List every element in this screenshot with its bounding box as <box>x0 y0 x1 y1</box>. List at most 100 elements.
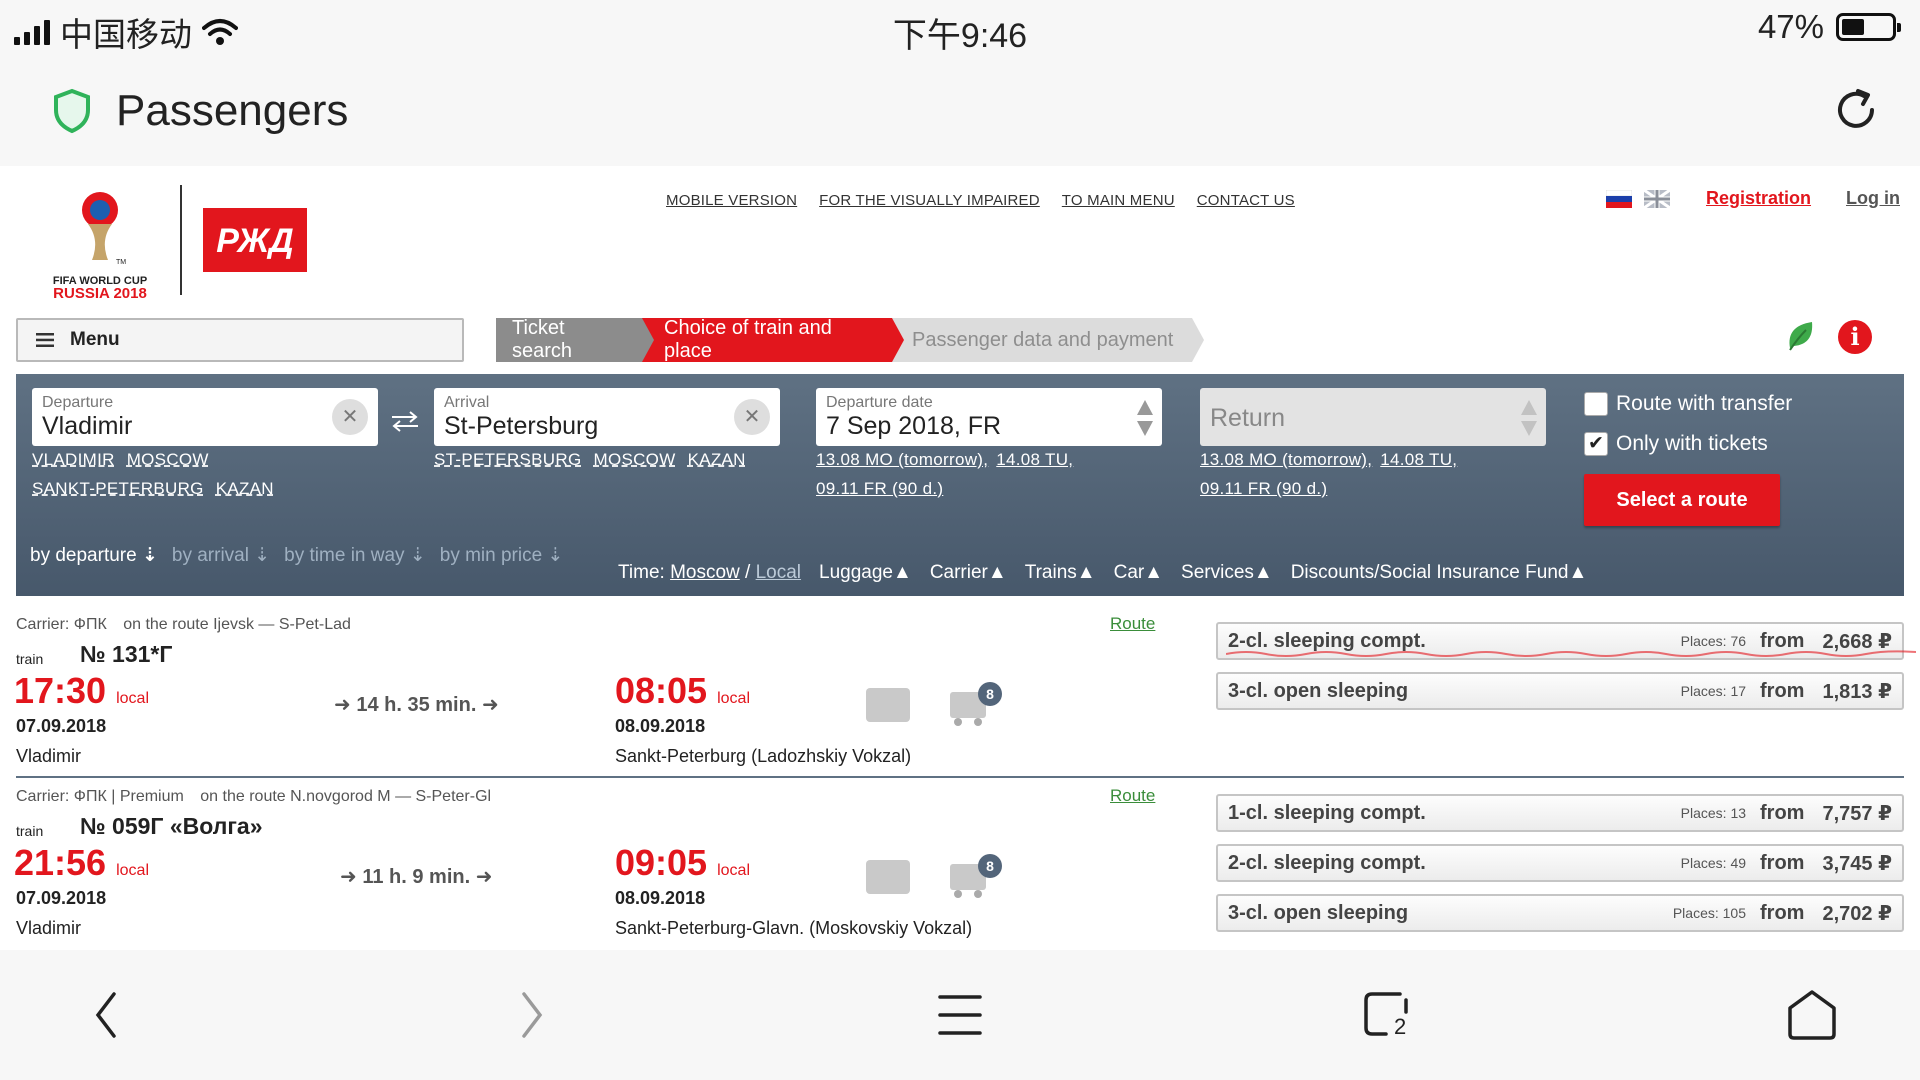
filter-bar: Time: Moscow / Local Luggage▲ Carrier▲ T… <box>618 562 1587 584</box>
logo-separator <box>180 185 182 295</box>
link-mobile-version[interactable]: MOBILE VERSION <box>666 192 797 209</box>
time-value: 09:05 <box>615 842 708 883</box>
step-ticket-search[interactable]: Ticket search <box>496 317 654 362</box>
suggestion-moscow[interactable]: MOSCOW <box>127 450 209 470</box>
reload-icon[interactable] <box>1832 86 1880 134</box>
departure-date-field[interactable]: Departure date 7 Sep 2018, FR <box>816 388 1162 446</box>
clear-departure-icon[interactable]: ✕ <box>332 399 368 435</box>
return-quick-tomorrow[interactable]: 13.08 MO (tomorrow), <box>1200 450 1372 470</box>
app-title: Passengers <box>116 86 349 135</box>
train-1-seat-option-2[interactable]: 3-cl. open sleeping Places: 17 from 1,81… <box>1216 672 1904 710</box>
duration-value: 14 h. 35 min. <box>356 694 477 716</box>
swap-icon[interactable] <box>390 410 420 432</box>
tabs-icon[interactable]: 2 <box>1362 990 1412 1040</box>
train-2-departure-time: 21:56 local <box>14 842 149 884</box>
menu-button[interactable]: Menu <box>16 318 464 362</box>
return-date-field[interactable]: Return <box>1200 388 1546 446</box>
seat-from: from <box>1760 679 1805 702</box>
filter-car[interactable]: Car▲ <box>1114 562 1163 584</box>
suggestion-sankt-peterburg[interactable]: SANKT-PETERBURG <box>32 479 204 499</box>
step-label: Passenger data and payment <box>912 328 1174 351</box>
departure-field[interactable]: Departure Vladimir ✕ <box>32 388 378 446</box>
train-2-seat-option-1[interactable]: 1-cl. sleeping compt. Places: 13 from 7,… <box>1216 794 1904 832</box>
only-with-tickets-option[interactable]: ✔ Only with tickets <box>1584 432 1768 456</box>
departure-value[interactable]: Vladimir <box>42 412 132 441</box>
red-underline-annotation <box>1226 650 1916 657</box>
sort-options: by departure ⇣ by arrival ⇣ by time in w… <box>30 544 563 567</box>
train-1-route-link[interactable]: Route <box>1110 614 1155 634</box>
train-2-route-link[interactable]: Route <box>1110 786 1155 806</box>
filter-trains[interactable]: Trains▲ <box>1025 562 1096 584</box>
filter-label: Luggage <box>819 562 893 583</box>
suggestion-kazan[interactable]: KAZAN <box>216 479 274 499</box>
arrival-value[interactable]: St-Petersburg <box>444 412 598 441</box>
train-1-departure-city: Vladimir <box>16 746 82 766</box>
arrival-field[interactable]: Arrival St-Petersburg ✕ <box>434 388 780 446</box>
route-transfer-label: Route with transfer <box>1616 392 1793 415</box>
select-route-button[interactable]: Select a route <box>1584 474 1780 526</box>
quick-date-90[interactable]: 09.11 FR (90 d.) <box>816 479 943 498</box>
russian-flag-icon[interactable] <box>1606 190 1632 208</box>
only-tickets-checkbox[interactable]: ✔ <box>1584 432 1608 456</box>
sort-by-price[interactable]: by min price ⇣ <box>440 544 564 567</box>
return-placeholder[interactable]: Return <box>1210 404 1285 433</box>
filter-services[interactable]: Services▲ <box>1181 562 1273 584</box>
date-spinner-icon[interactable] <box>1136 398 1154 438</box>
route-with-transfer-option[interactable]: Route with transfer <box>1584 392 1792 416</box>
leaf-icon[interactable] <box>1784 318 1816 354</box>
english-flag-icon[interactable] <box>1644 190 1670 208</box>
time-suffix: local <box>116 690 149 707</box>
menu-icon[interactable] <box>938 994 982 1036</box>
home-icon[interactable] <box>1786 988 1838 1042</box>
forward-icon[interactable] <box>518 990 546 1040</box>
train-1-arrival-date: 08.09.2018 <box>615 716 706 736</box>
train-2-number: № 059Г «Волга» <box>80 813 263 839</box>
seat-price: 1,813 ₽ <box>1822 680 1892 703</box>
quick-date-2[interactable]: 14.08 TU, <box>996 450 1073 470</box>
world-cup-logo: FIFA WORLD CUP RUSSIA 2018 TM <box>40 180 160 302</box>
luggage-icon[interactable] <box>866 688 910 722</box>
quick-date-tomorrow[interactable]: 13.08 MO (tomorrow), <box>816 450 988 470</box>
link-main-menu[interactable]: TO MAIN MENU <box>1062 192 1175 209</box>
train-2-arrival-time: 09:05 local <box>615 842 750 884</box>
back-icon[interactable] <box>92 990 120 1040</box>
filter-luggage[interactable]: Luggage▲ <box>819 562 912 584</box>
time-filter: Time: Moscow / Local <box>618 562 801 584</box>
registration-link[interactable]: Registration <box>1706 188 1811 209</box>
time-moscow[interactable]: Moscow <box>670 562 740 583</box>
suggestion-moscow[interactable]: MOSCOW <box>593 450 675 470</box>
suggestion-vladimir[interactable]: VLADIMIR <box>32 450 115 470</box>
sort-by-departure[interactable]: by departure ⇣ <box>30 544 158 567</box>
suggestion-st-petersburg[interactable]: ST-PETERSBURG <box>434 450 581 470</box>
login-link[interactable]: Log in <box>1846 188 1900 209</box>
train-1-arrival-time: 08:05 local <box>615 670 750 712</box>
step-label: Choice of train and place <box>664 317 832 362</box>
train-2-seat-option-3[interactable]: 3-cl. open sleeping Places: 105 from 2,7… <box>1216 894 1904 932</box>
sort-label: by time in way <box>284 545 405 566</box>
filter-label: Services <box>1181 562 1254 583</box>
clear-arrival-icon[interactable]: ✕ <box>734 399 770 435</box>
train-2-seat-option-2[interactable]: 2-cl. sleeping compt. Places: 49 from 3,… <box>1216 844 1904 882</box>
filter-carrier[interactable]: Carrier▲ <box>930 562 1007 584</box>
arrival-suggestions: ST-PETERSBURG MOSCOW KAZAN <box>434 450 746 470</box>
world-cup-emblem: FIFA WORLD CUP RUSSIA 2018 TM <box>53 192 147 302</box>
filter-label: Carrier <box>929 562 988 583</box>
rzd-logo-text: РЖД <box>216 222 293 260</box>
luggage-badge: 8 <box>978 854 1002 878</box>
return-quick-2[interactable]: 14.08 TU, <box>1380 450 1457 470</box>
link-contact-us[interactable]: CONTACT US <box>1197 192 1295 209</box>
time-local[interactable]: Local <box>756 562 801 583</box>
sort-by-arrival[interactable]: by arrival ⇣ <box>172 544 270 567</box>
route-transfer-checkbox[interactable] <box>1584 392 1608 416</box>
sort-by-time[interactable]: by time in way ⇣ <box>284 544 426 567</box>
return-spinner-icon[interactable] <box>1520 398 1538 438</box>
departure-date-value[interactable]: 7 Sep 2018, FR <box>826 412 1001 441</box>
seat-places: Places: 49 <box>1680 855 1747 871</box>
rzd-logo: РЖД <box>203 208 307 272</box>
info-icon[interactable]: i <box>1838 320 1872 354</box>
return-quick-90[interactable]: 09.11 FR (90 d.) <box>1200 479 1327 498</box>
luggage-icon[interactable] <box>866 860 910 894</box>
link-visually-impaired[interactable]: FOR THE VISUALLY IMPAIRED <box>819 192 1040 209</box>
filter-discounts[interactable]: Discounts/Social Insurance Fund▲ <box>1291 562 1588 584</box>
suggestion-kazan[interactable]: KAZAN <box>688 450 746 470</box>
